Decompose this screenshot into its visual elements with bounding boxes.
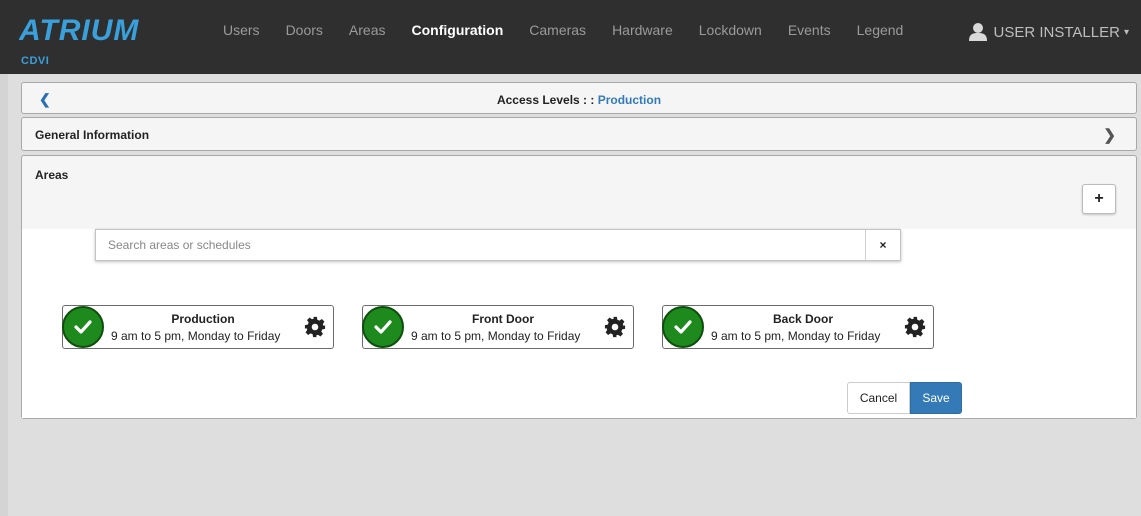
user-menu[interactable]: USER INSTALLER ▾ bbox=[968, 22, 1129, 42]
page-left-edge bbox=[0, 74, 8, 516]
gear-icon[interactable] bbox=[904, 316, 926, 338]
brand-subtitle: CDVI bbox=[21, 55, 50, 67]
main-nav: Users Doors Areas Configuration Cameras … bbox=[223, 22, 929, 38]
general-information-panel[interactable]: General Information ❯ bbox=[21, 117, 1137, 151]
atrium-logo[interactable]: ATRIUM bbox=[19, 12, 179, 48]
user-icon bbox=[968, 23, 987, 41]
add-area-button[interactable]: + bbox=[1082, 184, 1116, 214]
save-button[interactable]: Save bbox=[910, 382, 962, 414]
user-name: USER INSTALLER bbox=[993, 23, 1120, 41]
nav-areas[interactable]: Areas bbox=[349, 22, 386, 38]
chevron-right-icon[interactable]: ❯ bbox=[1103, 126, 1116, 144]
check-icon bbox=[62, 306, 104, 348]
nav-doors[interactable]: Doors bbox=[286, 22, 323, 38]
gear-icon[interactable] bbox=[604, 316, 626, 338]
nav-users[interactable]: Users bbox=[223, 22, 260, 38]
page-title-subtitle: Production bbox=[597, 93, 662, 107]
page-title-text: Access Levels : : bbox=[496, 93, 598, 107]
check-icon bbox=[662, 306, 704, 348]
clear-search-button[interactable]: × bbox=[865, 230, 900, 260]
top-navbar: ATRIUM CDVI Users Doors Areas Configurat… bbox=[0, 0, 1141, 74]
area-schedule: 9 am to 5 pm, Monday to Friday bbox=[111, 329, 281, 343]
area-card-production[interactable]: Production 9 am to 5 pm, Monday to Frida… bbox=[62, 305, 334, 349]
area-name: Back Door bbox=[772, 312, 834, 326]
header-panel: ❮ Access Levels : : Production bbox=[21, 82, 1137, 114]
nav-cameras[interactable]: Cameras bbox=[529, 22, 586, 38]
cancel-button[interactable]: Cancel bbox=[847, 382, 910, 414]
gear-icon[interactable] bbox=[304, 316, 326, 338]
nav-lockdown[interactable]: Lockdown bbox=[699, 22, 762, 38]
check-icon bbox=[362, 306, 404, 348]
area-name: Production bbox=[171, 312, 235, 326]
general-information-title: General Information bbox=[35, 128, 150, 142]
nav-configuration[interactable]: Configuration bbox=[412, 22, 504, 38]
nav-hardware[interactable]: Hardware bbox=[612, 22, 673, 38]
area-schedule: 9 am to 5 pm, Monday to Friday bbox=[411, 329, 581, 343]
search-box: × bbox=[95, 229, 901, 261]
nav-legend[interactable]: Legend bbox=[857, 22, 904, 38]
svg-text:ATRIUM: ATRIUM bbox=[19, 14, 139, 47]
areas-title: Areas bbox=[35, 168, 69, 182]
area-schedule: 9 am to 5 pm, Monday to Friday bbox=[711, 329, 881, 343]
caret-down-icon: ▾ bbox=[1123, 26, 1129, 38]
nav-events[interactable]: Events bbox=[788, 22, 831, 38]
area-card-front-door[interactable]: Front Door 9 am to 5 pm, Monday to Frida… bbox=[362, 305, 634, 349]
area-name: Front Door bbox=[472, 312, 534, 326]
area-card-back-door[interactable]: Back Door 9 am to 5 pm, Monday to Friday bbox=[662, 305, 934, 349]
areas-panel: Areas + × Production 9 am to 5 pm, Monda… bbox=[21, 155, 1137, 419]
page-title: Access Levels : : Production bbox=[22, 93, 1136, 107]
search-input[interactable] bbox=[96, 230, 866, 260]
